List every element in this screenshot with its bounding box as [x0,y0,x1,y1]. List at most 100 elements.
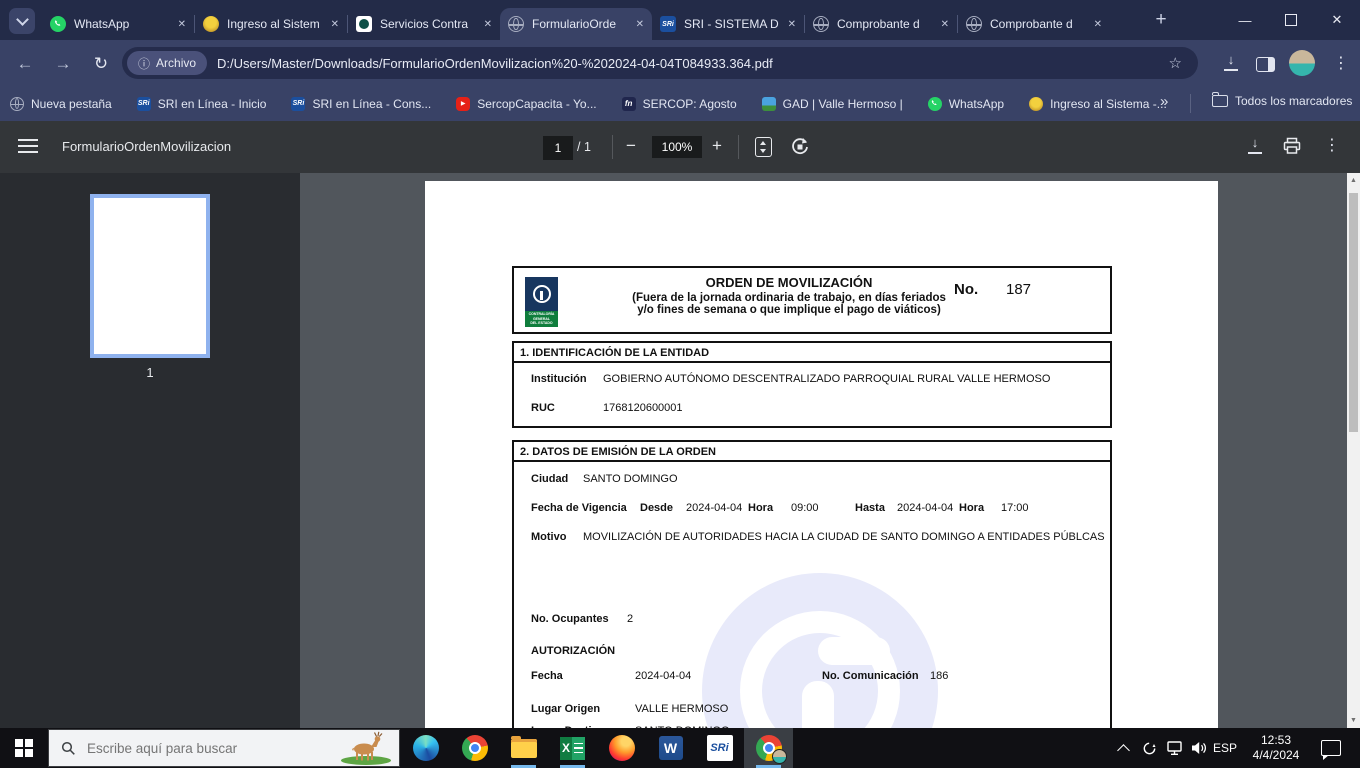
browser-menu-button[interactable]: ⋮ [1333,53,1349,73]
pdf-viewer-pane[interactable]: CONTRALORÍA GENERAL DEL ESTADO ORDEN DE … [300,173,1347,728]
taskbar-sri-app[interactable]: SRi [695,728,744,768]
scrollbar-thumb[interactable] [1349,193,1358,432]
hora2-label: Hora [959,502,985,514]
file-scheme-chip[interactable]: ⓘ Archivo [127,51,208,75]
tab-close-icon[interactable]: ✕ [788,19,796,30]
pdf-download-button[interactable]: ↓ [1247,135,1263,154]
tab-comprobante-2[interactable]: Comprobante d ✕ [958,8,1110,40]
back-button[interactable]: ← [12,51,38,77]
url-text[interactable]: D:/Users/Master/Downloads/FormularioOrde… [217,56,773,71]
bookmark-nueva-pestana[interactable]: Nueva pestaña [10,96,112,111]
address-bar[interactable]: ⓘ Archivo D:/Users/Master/Downloads/Form… [122,47,1198,79]
fecha-label: Fecha [531,670,563,682]
pdf-print-button[interactable] [1283,137,1301,160]
rotate-button[interactable] [790,137,810,162]
tray-language[interactable]: ESP [1210,728,1240,768]
sri-favicon: SRi [136,96,151,111]
bookmark-whatsapp[interactable]: WhatsApp [927,96,1004,111]
tab-sri-sistema[interactable]: SRi SRI - SISTEMA D ✕ [652,8,804,40]
download-icon: ↓ [1223,52,1239,71]
taskbar-word[interactable]: W [646,728,695,768]
bookmark-star-icon[interactable]: ☆ [1169,54,1182,72]
taskbar-firefox[interactable] [597,728,646,768]
page-number-input[interactable] [543,136,573,160]
taskbar-chrome-active[interactable] [744,728,793,768]
edge-icon [412,735,439,761]
chevron-up-icon [1116,743,1130,757]
taskbar-excel[interactable]: X [548,728,597,768]
word-icon: W [658,736,683,760]
info-icon: ⓘ [138,56,151,71]
scroll-down-arrow[interactable]: ▼ [1347,717,1360,724]
tab-whatsapp[interactable]: WhatsApp ✕ [42,8,194,40]
taskbar-search-box[interactable] [48,729,400,767]
pdf-more-options-button[interactable]: ⋮ [1324,135,1340,155]
downloads-button[interactable]: ↓ [1223,52,1239,71]
origen-value: VALLE HERMOSO [635,703,729,715]
forward-button[interactable]: → [50,51,76,77]
hora2-value: 17:00 [1001,502,1029,514]
taskbar-file-explorer[interactable] [499,728,548,768]
bookmark-sri-inicio[interactable]: SRi SRI en Línea - Inicio [136,96,266,111]
bookmark-sercop-youtube[interactable]: ▶ SercopCapacita - Yo... [456,96,597,111]
tray-sync-app[interactable] [1136,728,1162,768]
tray-volume[interactable] [1186,728,1212,768]
youtube-favicon: ▶ [456,96,471,111]
tab-formulario-active[interactable]: FormularioOrde ✕ [500,8,652,40]
tab-close-icon[interactable]: ✕ [331,19,339,30]
bookmark-sri-consultas[interactable]: SRi SRI en Línea - Cons... [291,96,431,111]
tab-close-icon[interactable]: ✕ [178,19,186,30]
bookmark-ingreso-sistema[interactable]: Ingreso al Sistema -... [1029,96,1167,111]
search-icon [61,741,75,755]
desde-label: Desde [640,502,674,514]
zoom-in-button[interactable]: + [712,121,722,173]
bookmarks-overflow-button[interactable]: » [1160,93,1168,110]
ocupantes-label: No. Ocupantes [531,613,609,625]
window-close-button[interactable]: ✕ [1314,0,1360,40]
tab-close-icon[interactable]: ✕ [1094,19,1102,30]
taskbar-chrome[interactable] [450,728,499,768]
tray-clock[interactable]: 12:53 4/4/2024 [1243,728,1309,768]
tray-show-hidden-icons[interactable] [1110,728,1136,768]
motivo-label: Motivo [531,531,567,543]
pdf-scrollbar[interactable]: ▲ ▼ [1347,173,1360,728]
tab-comprobante-1[interactable]: Comprobante d ✕ [805,8,957,40]
search-input[interactable] [85,739,309,757]
tab-close-icon[interactable]: ✕ [636,19,644,30]
reload-button[interactable]: ↻ [88,51,114,77]
bookmark-gad-valle-hermoso[interactable]: GAD | Valle Hermoso | [761,96,903,111]
zoom-out-button[interactable]: − [626,121,636,173]
rotate-icon [792,138,808,155]
new-tab-button[interactable]: + [1147,6,1175,34]
pdf-document-title: FormularioOrdenMovilizacion [62,139,232,154]
tab-ingreso-sistema[interactable]: Ingreso al Sistem ✕ [195,8,347,40]
pdf-menu-button[interactable] [18,139,38,157]
tab-close-icon[interactable]: ✕ [484,19,492,30]
comunicacion-value: 186 [930,670,949,682]
start-button[interactable] [0,728,48,768]
motivo-value: MOVILIZACIÓN DE AUTORIDADES HACIA LA CIU… [583,531,1105,543]
chrome-icon [461,735,488,761]
tabs-container: WhatsApp ✕ Ingreso al Sistem ✕ Servicios… [42,8,1110,40]
tab-close-icon[interactable]: ✕ [941,19,949,30]
window-minimize-button[interactable]: — [1222,0,1268,40]
side-panel-button[interactable] [1256,57,1275,72]
page-thumbnail[interactable] [90,194,210,358]
zoom-level-display[interactable]: 100% [652,136,702,158]
profile-avatar[interactable] [1289,50,1315,76]
bookmark-label: SERCOP: Agosto [642,96,737,111]
comunicacion-label: No. Comunicación [822,670,919,682]
window-maximize-button[interactable] [1268,0,1314,40]
tab-servicios-contraloria[interactable]: Servicios Contra ✕ [348,8,500,40]
taskbar-edge[interactable] [401,728,450,768]
scroll-up-arrow[interactable]: ▲ [1347,177,1360,184]
all-bookmarks-button[interactable]: Todos los marcadores [1212,92,1352,108]
bookmark-sercop-agosto[interactable]: fn SERCOP: Agosto [621,96,737,111]
tab-search-button[interactable] [9,8,35,34]
tray-network[interactable] [1162,728,1188,768]
maximize-icon [1285,14,1297,26]
profile-mini-avatar [772,749,787,764]
tray-action-center[interactable] [1316,728,1346,768]
hora1-value: 09:00 [791,502,819,514]
fit-to-page-button[interactable] [755,137,772,157]
